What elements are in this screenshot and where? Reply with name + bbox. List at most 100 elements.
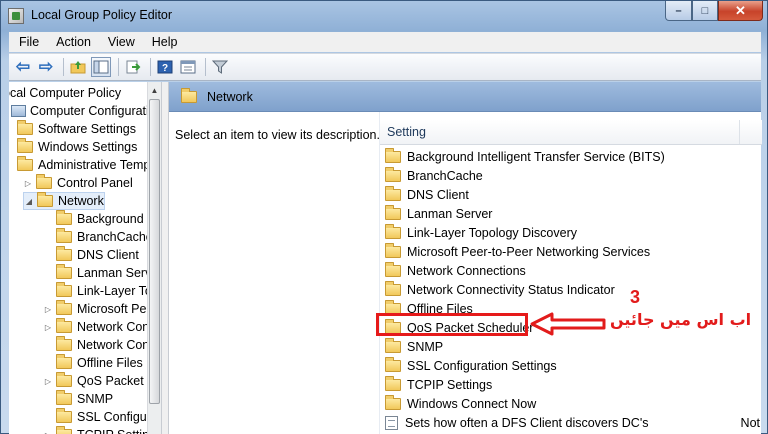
tree-item[interactable]: Offline Files: [43, 354, 143, 372]
menu-help[interactable]: Help: [142, 35, 185, 49]
up-one-level-button[interactable]: [68, 57, 88, 77]
tree-item-label: DNS Client: [77, 248, 139, 262]
scroll-thumb[interactable]: [149, 99, 160, 404]
tree-vertical-scrollbar[interactable]: ▲: [147, 82, 161, 434]
column-header: Setting: [380, 120, 762, 145]
svg-text:?: ?: [162, 63, 168, 74]
folder-icon: [385, 147, 401, 163]
expand-arrow-icon[interactable]: ▷: [43, 323, 53, 332]
folder-icon: [385, 356, 401, 372]
tree-item[interactable]: ◢ Network: [23, 192, 105, 210]
tree-item-label: Background I: [77, 212, 151, 226]
export-icon: [126, 60, 141, 74]
setting-row[interactable]: Network Connections: [380, 261, 762, 280]
tree-item-label: Link-Layer To: [77, 284, 152, 298]
tree-item-label: Control Panel: [57, 176, 133, 190]
menu-view[interactable]: View: [98, 35, 142, 49]
setting-row-label: BranchCache: [407, 168, 483, 183]
menu-file[interactable]: File: [9, 35, 46, 49]
toolbar-separator: [118, 58, 119, 76]
menu-action[interactable]: Action: [46, 35, 98, 49]
tree-item[interactable]: SSL Configur: [43, 408, 151, 426]
caption-buttons: – □ ✕: [665, 1, 763, 21]
setting-row-label: DNS Client: [407, 187, 469, 202]
setting-row-label: TCPIP Settings: [407, 377, 493, 392]
folder-icon: [385, 375, 401, 391]
filter-icon: [212, 60, 228, 74]
setting-row-label: SSL Configuration Settings: [407, 358, 557, 373]
expand-arrow-icon[interactable]: ▷: [23, 179, 33, 188]
setting-row[interactable]: Lanman Server: [380, 204, 762, 223]
back-button[interactable]: ⇦: [13, 57, 33, 77]
help-button[interactable]: ?: [155, 57, 175, 77]
setting-row[interactable]: Network Connectivity Status Indicator: [380, 280, 762, 299]
tree-item[interactable]: Computer Configuration: [11, 102, 161, 120]
close-button[interactable]: ✕: [718, 1, 763, 21]
tree-item[interactable]: ▷ Control Panel: [23, 174, 133, 192]
setting-row[interactable]: Link-Layer Topology Discovery: [380, 223, 762, 242]
maximize-button[interactable]: □: [692, 1, 718, 21]
show-hide-tree-button[interactable]: [91, 57, 111, 77]
tree-item[interactable]: ▷ Network Con: [43, 318, 149, 336]
console-tree-icon: [93, 60, 109, 74]
setting-row[interactable]: SSL Configuration Settings: [380, 356, 762, 375]
setting-row-label: Sets how often a DFS Client discovers DC…: [405, 415, 649, 430]
setting-row[interactable]: Windows Connect Now: [380, 394, 762, 413]
tree-item[interactable]: Software Settings: [17, 120, 136, 138]
tree-item[interactable]: Lanman Serv: [43, 264, 151, 282]
tree-item[interactable]: Link-Layer To: [43, 282, 152, 300]
folder-icon: [56, 408, 72, 423]
setting-row-label: Background Intelligent Transfer Service …: [407, 149, 665, 164]
tree-item-label: Software Settings: [38, 122, 136, 136]
tree-item-label: Administrative Temp: [38, 158, 151, 172]
setting-row[interactable]: Background Intelligent Transfer Service …: [380, 147, 762, 166]
tree-item[interactable]: ▷ QoS Packet S: [43, 372, 156, 390]
properties-button[interactable]: [178, 57, 198, 77]
folder-icon: [37, 192, 53, 207]
up-folder-icon: [70, 61, 86, 74]
tree-item[interactable]: Network Con: [43, 336, 149, 354]
toolbar-separator: [205, 58, 206, 76]
tree-item[interactable]: BranchCache: [43, 228, 153, 246]
setting-row[interactable]: SNMP: [380, 337, 762, 356]
setting-state: Not: [740, 415, 760, 430]
setting-row[interactable]: Sets how often a DFS Client discovers DC…: [380, 413, 762, 432]
expand-arrow-icon[interactable]: ▷: [43, 377, 53, 386]
export-list-button[interactable]: [123, 57, 143, 77]
expand-arrow-icon[interactable]: ▷: [43, 431, 53, 434]
pane-splitter[interactable]: [161, 82, 169, 434]
folder-icon: [385, 261, 401, 277]
tree-item[interactable]: Background I: [43, 210, 151, 228]
tree-item-label: Computer Configuration: [30, 104, 161, 118]
expand-arrow-icon[interactable]: ▷: [43, 305, 53, 314]
minimize-button[interactable]: –: [665, 1, 692, 21]
setting-row[interactable]: Microsoft Peer-to-Peer Networking Servic…: [380, 242, 762, 261]
tree-item[interactable]: SNMP: [43, 390, 113, 408]
forward-button[interactable]: ⇨: [36, 57, 56, 77]
folder-icon: [385, 204, 401, 220]
folder-icon: [56, 372, 72, 387]
setting-row-label: Microsoft Peer-to-Peer Networking Servic…: [407, 244, 651, 259]
tree-item[interactable]: Windows Settings: [17, 138, 137, 156]
tree-item[interactable]: Administrative Temp: [17, 156, 150, 174]
tree-item-label: Offline Files: [77, 356, 143, 370]
computer-icon: [11, 105, 26, 117]
tree-item[interactable]: DNS Client: [43, 246, 139, 264]
scroll-up-icon[interactable]: ▲: [148, 82, 161, 98]
setting-row[interactable]: BranchCache: [380, 166, 762, 185]
tree-item[interactable]: ocal Computer Policy: [9, 84, 121, 102]
console-tree: ocal Computer Policy Computer Configurati…: [9, 82, 161, 434]
folder-icon: [17, 138, 33, 153]
setting-row[interactable]: TCPIP Settings: [380, 375, 762, 394]
tree-item-label: ocal Computer Policy: [9, 86, 122, 100]
tree-item-label: Lanman Serv: [77, 266, 152, 280]
tree-item[interactable]: ▷ TCPIP Setting: [43, 426, 156, 434]
collapse-arrow-icon[interactable]: ◢: [24, 197, 34, 206]
folder-icon: [385, 394, 401, 410]
setting-row[interactable]: DNS Client: [380, 185, 762, 204]
description-text: Select an item to view its description.: [175, 128, 380, 142]
filter-button[interactable]: [210, 57, 230, 77]
folder-icon: [385, 280, 401, 296]
tree-item[interactable]: ▷ Microsoft Pee: [43, 300, 153, 318]
setting-column-header[interactable]: Setting: [380, 120, 740, 144]
